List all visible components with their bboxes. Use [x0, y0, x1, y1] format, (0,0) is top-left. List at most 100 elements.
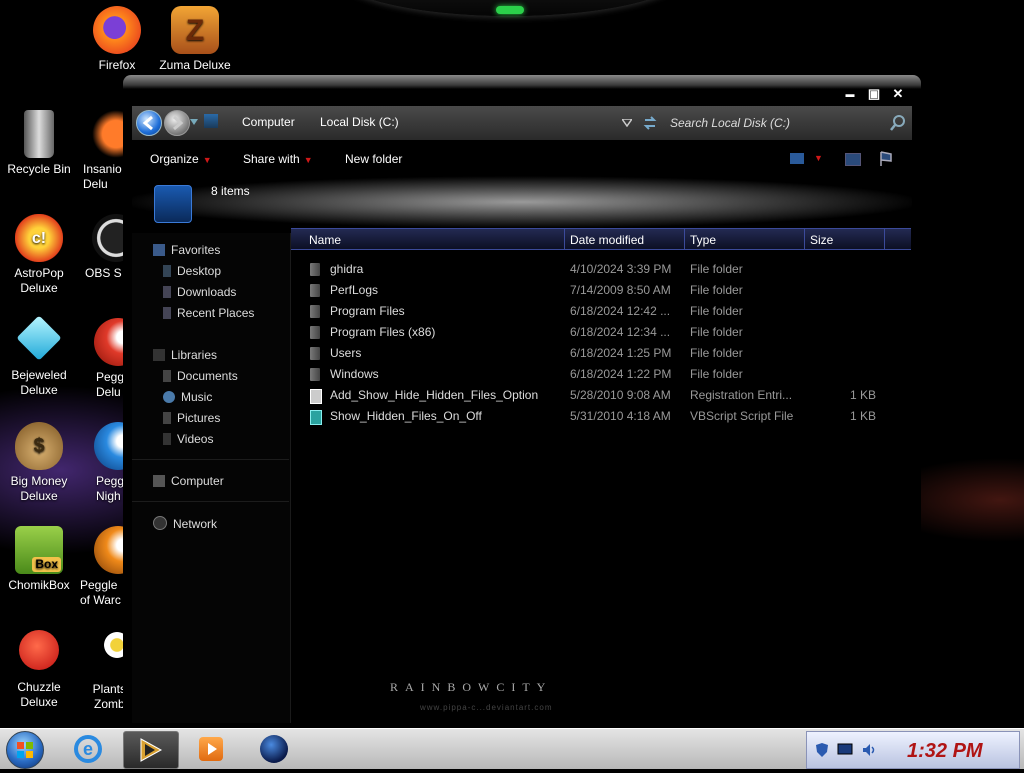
folder-icon [310, 263, 320, 276]
desktop-icon-chomikbox[interactable]: Box ChomikBox [0, 526, 78, 593]
nav-videos[interactable]: Videos [163, 432, 213, 446]
minimize-button[interactable]: ▬ [841, 87, 859, 101]
folder-icon [310, 305, 320, 318]
nav-desktop-label: Desktop [177, 264, 222, 278]
nav-recent-places[interactable]: Recent Places [163, 306, 254, 320]
pictures-icon [163, 412, 171, 424]
address-bar: Computer Local Disk (C:) [132, 106, 912, 140]
nav-libraries[interactable]: Libraries [153, 348, 217, 362]
desktop-icon-label: Recycle Bin [7, 162, 71, 176]
organize-button[interactable]: Organize ▼ [150, 152, 212, 166]
internet-explorer-icon: e [74, 735, 102, 763]
file-name: Program Files (x86) [330, 325, 436, 339]
file-row-add-show-hide-hidden-files-option[interactable]: Add_Show_Hide_Hidden_Files_Option 5/28/2… [291, 385, 911, 406]
share-with-button[interactable]: Share with ▼ [243, 152, 313, 166]
taskbar-globe-app[interactable] [248, 731, 302, 767]
desktop-icon-astropop-deluxe[interactable]: c! AstroPop Deluxe [0, 214, 78, 296]
column-header-type[interactable]: Type [690, 233, 716, 247]
address-dropdown-icon[interactable] [622, 119, 632, 127]
music-icon [163, 391, 175, 403]
desktop-icon-chuzzle-deluxe[interactable]: Chuzzle Deluxe [0, 630, 78, 710]
new-folder-button[interactable]: New folder [345, 152, 402, 166]
file-name: PerfLogs [330, 283, 379, 297]
nav-pictures[interactable]: Pictures [163, 411, 220, 425]
taskbar-internet-explorer[interactable]: e [62, 731, 116, 767]
file-row-users[interactable]: Users 6/18/2024 1:25 PM File folder [291, 343, 911, 364]
refresh-icon[interactable] [642, 115, 658, 131]
nav-favorites[interactable]: Favorites [153, 243, 220, 257]
breadcrumb-computer[interactable]: Computer [242, 115, 295, 129]
system-tray: 1:32 PM [806, 731, 1020, 769]
column-header-date-modified[interactable]: Date modified [570, 233, 644, 247]
taskbar-file-explorer[interactable] [123, 731, 179, 769]
folder-icon [310, 347, 320, 360]
gem-icon [16, 315, 62, 361]
chomikbox-icon: Box [15, 526, 63, 574]
nav-desktop[interactable]: Desktop [163, 264, 221, 278]
nav-divider [132, 501, 289, 502]
arrow-left-icon [142, 115, 153, 131]
recent-pages-chevron-icon[interactable] [190, 119, 198, 125]
back-button[interactable] [136, 110, 162, 136]
desktop-icon-recycle-bin[interactable]: Recycle Bin [0, 110, 78, 177]
maximize-button[interactable]: ▣ [865, 87, 883, 101]
monitor-icon[interactable] [837, 743, 853, 757]
column-separator[interactable] [884, 229, 885, 249]
navigation-pane: Favorites Desktop Downloads Recent Place… [132, 233, 291, 723]
desktop-icon-label: Firefox [98, 58, 136, 72]
folder-icon [310, 326, 320, 339]
desktop-icon-zuma-deluxe[interactable]: Z Zuma Deluxe [156, 6, 234, 73]
clock[interactable]: 1:32 PM [907, 740, 983, 763]
window-titlebar[interactable]: ▬ ▣ ✕ [123, 75, 921, 105]
file-name: Windows [330, 367, 379, 381]
nav-computer[interactable]: Computer [153, 474, 224, 488]
nav-music[interactable]: Music [163, 390, 212, 404]
desktop-icon-big-money-deluxe[interactable]: $ Big Money Deluxe [0, 422, 78, 504]
file-row-program-files-x86[interactable]: Program Files (x86) 6/18/2024 12:34 ... … [291, 322, 911, 343]
file-row-program-files[interactable]: Program Files 6/18/2024 12:42 ... File f… [291, 301, 911, 322]
search-input[interactable] [668, 112, 882, 134]
search-box [668, 106, 912, 140]
file-row-windows[interactable]: Windows 6/18/2024 1:22 PM File folder [291, 364, 911, 385]
speaker-icon[interactable] [861, 742, 877, 758]
column-header-size[interactable]: Size [810, 233, 833, 247]
nav-libraries-label: Libraries [171, 348, 218, 362]
column-separator[interactable] [804, 229, 805, 249]
drive-icon [154, 185, 192, 223]
astropop-icon: c! [15, 214, 63, 262]
libraries-icon [153, 349, 165, 361]
nav-videos-label: Videos [177, 432, 214, 446]
desktop-icon-firefox[interactable]: Firefox [78, 6, 156, 73]
file-type: File folder [690, 346, 743, 360]
file-date-modified: 5/31/2010 4:18 AM [570, 409, 671, 423]
forward-button[interactable] [164, 110, 190, 136]
change-view-icon[interactable] [790, 153, 804, 164]
nav-pictures-label: Pictures [177, 411, 221, 425]
media-player-icon [199, 737, 223, 761]
close-button[interactable]: ✕ [889, 87, 907, 101]
shield-icon[interactable] [815, 742, 829, 758]
column-separator[interactable] [564, 229, 565, 249]
file-date-modified: 6/18/2024 1:25 PM [570, 346, 672, 360]
chevron-down-icon: ▼ [202, 155, 212, 165]
nav-documents[interactable]: Documents [163, 369, 238, 383]
column-header-name[interactable]: Name [309, 233, 341, 247]
desktop-icon-bejeweled-deluxe[interactable]: Bejeweled Deluxe [0, 315, 78, 398]
taskbar-media-player[interactable] [185, 731, 239, 767]
file-row-ghidra[interactable]: ghidra 4/10/2024 3:39 PM File folder [291, 259, 911, 280]
start-button[interactable] [6, 731, 44, 769]
breadcrumb-local-disk[interactable]: Local Disk (C:) [320, 115, 399, 129]
downloads-icon [163, 286, 171, 298]
nav-network[interactable]: Network [153, 516, 217, 531]
file-row-perflogs[interactable]: PerfLogs 7/14/2009 8:50 AM File folder [291, 280, 911, 301]
network-icon [153, 516, 167, 530]
column-separator[interactable] [684, 229, 685, 249]
view-dropdown-icon[interactable]: ▼ [814, 153, 823, 163]
file-row-show-hidden-files-on-off[interactable]: Show_Hidden_Files_On_Off 5/31/2010 4:18 … [291, 406, 911, 427]
chomikbox-badge: Box [32, 557, 61, 572]
nav-downloads[interactable]: Downloads [163, 285, 236, 299]
preview-pane-icon[interactable] [845, 153, 861, 166]
search-icon[interactable] [890, 115, 906, 131]
file-date-modified: 6/18/2024 1:22 PM [570, 367, 672, 381]
help-icon[interactable] [879, 151, 893, 167]
